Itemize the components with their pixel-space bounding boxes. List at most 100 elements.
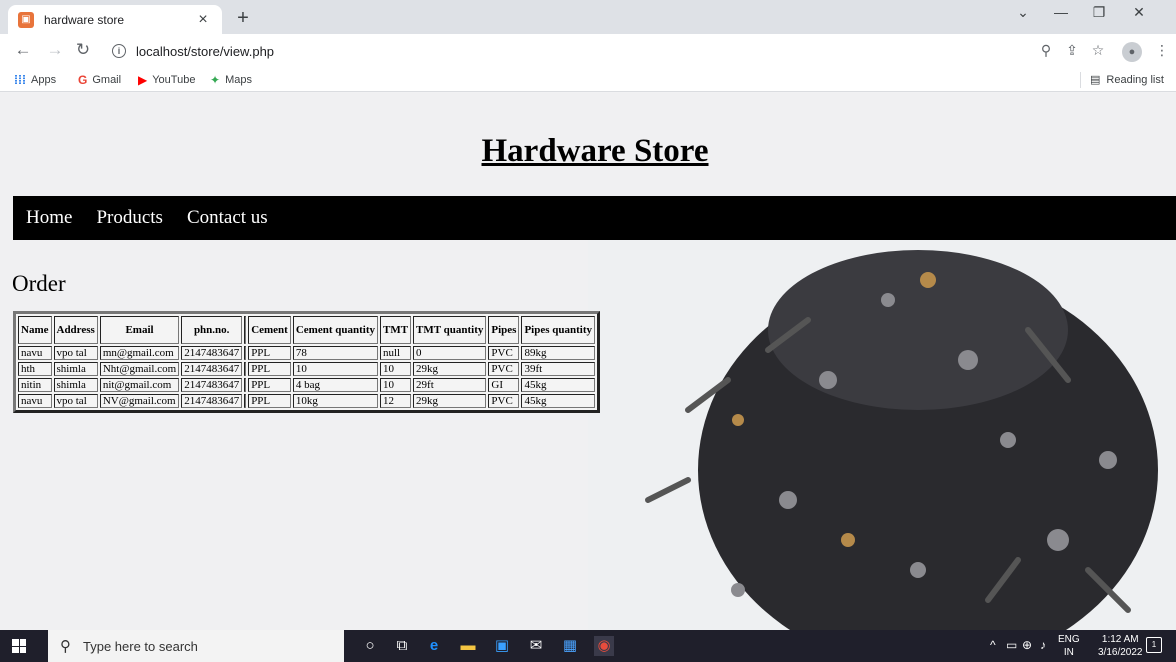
column-header: TMT quantity bbox=[413, 316, 487, 344]
url-text[interactable]: localhost/store/view.php bbox=[136, 44, 274, 59]
zoom-icon[interactable]: ⚲ bbox=[1036, 42, 1056, 59]
bookmark-label: Gmail bbox=[92, 74, 122, 86]
table-cell: vpo tal bbox=[53, 346, 98, 360]
cortana-icon[interactable]: ○ bbox=[360, 636, 380, 656]
order-section-title: Order bbox=[12, 271, 66, 296]
tab-title: hardware store bbox=[44, 12, 125, 27]
table-cell: 2147483647 bbox=[181, 362, 243, 376]
tab-search-chevron-icon[interactable]: ⌄ bbox=[1008, 4, 1038, 21]
language-indicator[interactable]: ENG IN bbox=[1058, 633, 1080, 659]
windows-taskbar: ⚲ Type here to search ○ ⧉ e ▬ ▣ ✉ ▦ ◉ ^ … bbox=[0, 630, 1176, 662]
bookmark-star-icon[interactable]: ☆ bbox=[1088, 42, 1108, 59]
table-cell bbox=[244, 346, 247, 360]
minimize-icon[interactable]: — bbox=[1046, 4, 1076, 20]
bookmark-gmail[interactable]: G Gmail bbox=[78, 73, 121, 87]
clock-time: 1:12 AM bbox=[1101, 634, 1139, 645]
close-window-icon[interactable]: ✕ bbox=[1124, 4, 1154, 21]
table-cell: 29kg bbox=[413, 394, 487, 408]
table-row: navu vpo tal mn@gmail.com 2147483647 PPL 78 nu… bbox=[18, 346, 595, 360]
table-cell: 29ft bbox=[413, 378, 487, 392]
table-cell: 10kg bbox=[292, 394, 378, 408]
table-cell: PPL bbox=[248, 394, 291, 408]
bookmark-youtube[interactable]: ▶ YouTube bbox=[138, 73, 195, 87]
table-cell: hth bbox=[18, 362, 52, 376]
bookmark-label: YouTube bbox=[152, 74, 196, 86]
nav-link-products[interactable]: Products bbox=[96, 207, 163, 229]
site-favicon-icon: ▣ bbox=[18, 11, 34, 28]
table-cell: 45kg bbox=[521, 378, 595, 392]
chrome-icon[interactable]: ◉ bbox=[594, 636, 614, 656]
table-cell: mn@gmail.com bbox=[99, 346, 180, 360]
nav-link-contact[interactable]: Contact us bbox=[187, 207, 268, 229]
system-clock[interactable]: 1:12 AM 3/16/2022 bbox=[1098, 633, 1143, 659]
restore-icon[interactable]: ❐ bbox=[1084, 4, 1114, 21]
tab-close-icon[interactable]: × bbox=[194, 11, 212, 29]
bookmark-maps[interactable]: ✦ Maps bbox=[210, 73, 252, 87]
clock-date: 3/16/2022 bbox=[1098, 647, 1143, 658]
store-icon[interactable]: ▣ bbox=[492, 636, 512, 656]
tray-chevron-icon[interactable]: ^ bbox=[990, 638, 996, 652]
column-header: Email bbox=[99, 316, 180, 344]
windows-start-icon[interactable] bbox=[12, 639, 26, 653]
column-header: Address bbox=[53, 316, 98, 344]
table-cell: 29kg bbox=[413, 362, 487, 376]
address-bar[interactable]: i localhost/store/view.php bbox=[100, 38, 1030, 64]
column-header bbox=[244, 316, 247, 344]
column-header: phn.no. bbox=[181, 316, 243, 344]
table-cell: 0 bbox=[413, 346, 487, 360]
taskbar-search[interactable]: ⚲ Type here to search bbox=[48, 630, 344, 662]
bookmarks-divider bbox=[1080, 72, 1081, 88]
table-cell: 2147483647 bbox=[181, 378, 243, 392]
back-arrow-icon[interactable]: ← bbox=[12, 40, 34, 60]
file-explorer-icon[interactable]: ▬ bbox=[458, 636, 478, 656]
table-cell: null bbox=[379, 346, 412, 360]
table-cell: vpo tal bbox=[53, 394, 98, 408]
word-icon[interactable]: ▦ bbox=[560, 636, 580, 656]
column-header: Cement quantity bbox=[292, 316, 378, 344]
order-table: Name Address Email phn.no. Cement Cement quan… bbox=[13, 311, 600, 413]
edge-icon[interactable]: e bbox=[424, 636, 444, 656]
nav-link-home[interactable]: Home bbox=[26, 207, 72, 229]
maps-icon: ✦ bbox=[210, 73, 221, 87]
table-cell bbox=[244, 394, 247, 408]
table-row: nitin shimla nit@gmail.com 2147483647 PPL 4 b… bbox=[18, 378, 595, 392]
apps-icon: ⁞⁞⁞ bbox=[14, 73, 26, 87]
volume-icon[interactable]: ♪ bbox=[1040, 638, 1046, 652]
share-icon[interactable]: ⇪ bbox=[1062, 42, 1082, 59]
browser-tab[interactable]: ▣ hardware store × bbox=[8, 5, 222, 34]
reload-icon[interactable]: ↻ bbox=[72, 40, 94, 60]
browser-toolbar: ← → ↻ i localhost/store/view.php ⚲ ⇪ ☆ ●… bbox=[0, 34, 1176, 68]
table-cell bbox=[244, 378, 247, 392]
gmail-icon: G bbox=[78, 73, 88, 87]
profile-avatar-icon[interactable]: ● bbox=[1122, 42, 1142, 62]
reading-list-button[interactable]: ▤ Reading list bbox=[1090, 73, 1164, 87]
new-tab-button[interactable]: + bbox=[232, 7, 254, 30]
bookmark-apps[interactable]: ⁞⁞⁞ Apps bbox=[14, 73, 56, 87]
menu-dots-icon[interactable]: ⋮ bbox=[1152, 42, 1172, 59]
search-icon: ⚲ bbox=[60, 638, 71, 655]
table-cell: 10 bbox=[292, 362, 378, 376]
site-info-icon[interactable]: i bbox=[112, 44, 126, 58]
table-cell: 78 bbox=[292, 346, 378, 360]
table-cell: 10 bbox=[379, 362, 412, 376]
table-cell: PPL bbox=[248, 378, 291, 392]
column-header: Name bbox=[18, 316, 52, 344]
table-cell: PVC bbox=[488, 394, 520, 408]
notification-icon[interactable]: 1 bbox=[1146, 637, 1162, 653]
column-header: Cement bbox=[248, 316, 291, 344]
table-cell: navu bbox=[18, 346, 52, 360]
forward-arrow-icon[interactable]: → bbox=[44, 40, 66, 60]
bookmark-label: Apps bbox=[31, 74, 57, 86]
lang-code: ENG bbox=[1058, 634, 1080, 645]
task-view-icon[interactable]: ⧉ bbox=[392, 636, 412, 656]
lang-region: IN bbox=[1063, 647, 1074, 658]
battery-icon[interactable]: ▭ bbox=[1006, 638, 1017, 652]
table-cell: navu bbox=[18, 394, 52, 408]
network-icon[interactable]: ⊕ bbox=[1022, 638, 1032, 652]
table-cell: PVC bbox=[488, 346, 520, 360]
table-cell: 89kg bbox=[521, 346, 595, 360]
table-cell: PPL bbox=[248, 362, 291, 376]
mail-icon[interactable]: ✉ bbox=[526, 636, 546, 656]
table-row: navu vpo tal NV@gmail.com 2147483647 PPL 10kg… bbox=[18, 394, 595, 408]
table-cell bbox=[244, 362, 247, 376]
